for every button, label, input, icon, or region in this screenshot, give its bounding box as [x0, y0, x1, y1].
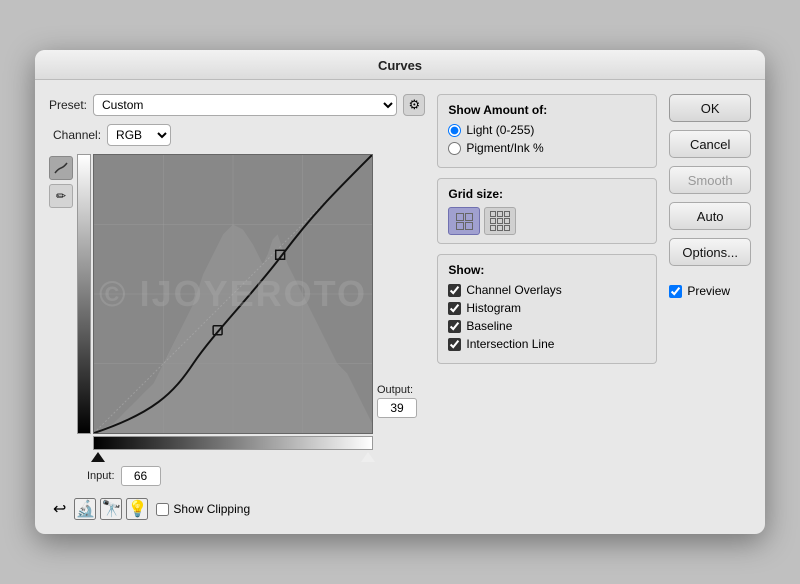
- reset-icon[interactable]: ↩: [53, 499, 66, 519]
- gear-button[interactable]: ⚙: [403, 94, 425, 116]
- curve-tool-button[interactable]: [49, 156, 73, 180]
- show-title: Show:: [448, 263, 646, 277]
- preview-row: Preview: [669, 284, 751, 298]
- light-radio-row: Light (0-255): [448, 123, 646, 137]
- light-radio[interactable]: [448, 124, 461, 137]
- preset-row: Preset: Custom Default Linear Contrast M…: [49, 94, 425, 116]
- ok-button[interactable]: OK: [669, 94, 751, 122]
- preview-checkbox[interactable]: [669, 285, 682, 298]
- cancel-button[interactable]: Cancel: [669, 130, 751, 158]
- show-amount-box: Show Amount of: Light (0-255) Pigment/In…: [437, 94, 657, 168]
- show-clipping-label: Show Clipping: [173, 502, 250, 516]
- auto-button[interactable]: Auto: [669, 202, 751, 230]
- bottom-toolbar: ↩ 🔬 🔭 💡 Show Clipping: [53, 498, 425, 520]
- show-clipping-row: Show Clipping: [156, 502, 250, 516]
- curves-main-area: ✏ © IJOYEROTO: [49, 154, 425, 454]
- right-section: Show Amount of: Light (0-255) Pigment/In…: [437, 94, 657, 520]
- show-clipping-checkbox[interactable]: [156, 503, 169, 516]
- show-box: Show: Channel Overlays Histogram Baselin…: [437, 254, 657, 364]
- channel-label: Channel:: [53, 128, 101, 142]
- curves-dialog: Curves Preset: Custom Default Linear Con…: [35, 50, 765, 534]
- preset-label: Preset:: [49, 98, 87, 112]
- bottom-gradient-bar: [93, 436, 373, 450]
- pigment-radio[interactable]: [448, 142, 461, 155]
- output-label: Output:: [377, 384, 417, 396]
- pencil-tool-button[interactable]: ✏: [49, 184, 73, 208]
- channel-overlays-checkbox[interactable]: [448, 284, 461, 297]
- grid-buttons: [448, 207, 646, 235]
- output-input[interactable]: [377, 398, 417, 418]
- output-area: Output:: [377, 154, 417, 454]
- grid-4-icon: [456, 213, 473, 230]
- smooth-button[interactable]: Smooth: [669, 166, 751, 194]
- grid-4-button[interactable]: [448, 207, 480, 235]
- baseline-row: Baseline: [448, 319, 646, 333]
- input-input[interactable]: [121, 466, 161, 486]
- grid-9-icon: [490, 211, 510, 231]
- baseline-label: Baseline: [466, 319, 512, 333]
- eyedropper-group: 🔬 🔭 💡: [74, 498, 148, 520]
- channel-select[interactable]: RGB Red Green Blue: [107, 124, 171, 146]
- histogram-checkbox[interactable]: [448, 302, 461, 315]
- intersection-row: Intersection Line: [448, 337, 646, 351]
- histogram-label: Histogram: [466, 301, 521, 315]
- grid-size-box: Grid size:: [437, 178, 657, 244]
- preset-select[interactable]: Custom Default Linear Contrast Medium Co…: [93, 94, 397, 116]
- gray-point-eyedropper[interactable]: 🔭: [100, 498, 122, 520]
- dialog-title: Curves: [35, 50, 765, 80]
- pigment-radio-row: Pigment/Ink %: [448, 141, 646, 155]
- black-point-triangle[interactable]: [91, 452, 105, 462]
- canvas-container: © IJOYEROTO: [93, 154, 373, 434]
- channel-overlays-row: Channel Overlays: [448, 283, 646, 297]
- white-point-triangle[interactable]: [361, 452, 375, 462]
- intersection-checkbox[interactable]: [448, 338, 461, 351]
- curves-canvas[interactable]: © IJOYEROTO: [93, 154, 373, 434]
- button-column: OK Cancel Smooth Auto Options... Preview: [669, 94, 751, 520]
- black-point-eyedropper[interactable]: 🔬: [74, 498, 96, 520]
- input-row: Input:: [87, 466, 425, 486]
- grid-size-title: Grid size:: [448, 187, 646, 201]
- input-label: Input:: [87, 470, 115, 482]
- histogram-row: Histogram: [448, 301, 646, 315]
- channel-overlays-label: Channel Overlays: [466, 283, 561, 297]
- grid-9-button[interactable]: [484, 207, 516, 235]
- intersection-label: Intersection Line: [466, 337, 554, 351]
- left-gradient-bar: [77, 154, 91, 434]
- light-label: Light (0-255): [466, 123, 534, 137]
- left-panel: Preset: Custom Default Linear Contrast M…: [49, 94, 425, 520]
- preview-label: Preview: [687, 284, 730, 298]
- channel-row: Channel: RGB Red Green Blue: [53, 124, 425, 146]
- curves-tools: ✏: [49, 154, 73, 454]
- white-point-eyedropper[interactable]: 💡: [126, 498, 148, 520]
- options-button[interactable]: Options...: [669, 238, 751, 266]
- baseline-checkbox[interactable]: [448, 320, 461, 333]
- pigment-label: Pigment/Ink %: [466, 141, 543, 155]
- show-amount-title: Show Amount of:: [448, 103, 646, 117]
